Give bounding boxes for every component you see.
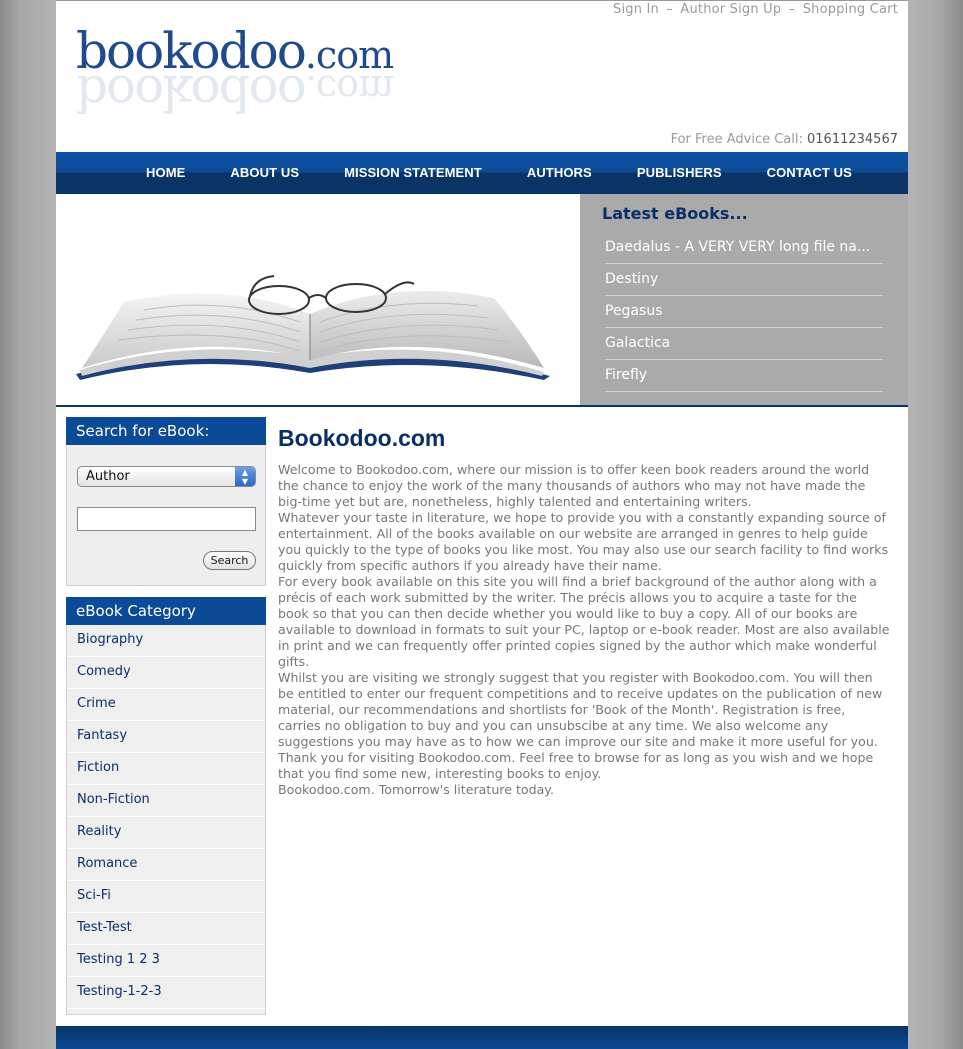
intro-paragraph: Whatever your taste in literature, we ho… [278, 510, 889, 573]
intro-paragraph: Welcome to Bookodoo.com, where our missi… [278, 462, 870, 509]
category-item[interactable]: Biography [67, 625, 265, 657]
sign-in-link[interactable]: Sign In [613, 2, 659, 17]
search-type-select[interactable]: Author ▲ ▼ [77, 466, 256, 487]
link-separator: – [788, 2, 796, 17]
latest-ebooks-panel: Latest eBooks... Daedalus - A VERY VERY … [580, 194, 908, 406]
latest-ebook-item[interactable]: Destiny [605, 264, 883, 296]
intro-paragraph: Whilst you are visiting we strongly sugg… [278, 670, 883, 749]
site-logo[interactable]: bookodoo.com bookodoo.com [76, 23, 436, 133]
category-item[interactable]: Comedy [67, 657, 265, 689]
category-item[interactable]: Non-Fiction [67, 785, 265, 817]
category-item[interactable]: Fiction [67, 753, 265, 785]
category-item[interactable]: Sci-Fi [67, 881, 265, 913]
hero-banner [56, 194, 580, 406]
category-panel: eBook Category Biography Comedy Crime Fa… [66, 597, 266, 1015]
search-panel: Search for eBook: Author ▲ ▼ Search [66, 417, 266, 586]
category-item[interactable]: Fantasy [67, 721, 265, 753]
page: Sign In – Author Sign Up – Shopping Cart… [56, 0, 908, 1049]
advice-number: 01611234567 [807, 132, 898, 147]
latest-ebooks-title: Latest eBooks... [602, 204, 748, 223]
intro-paragraph: For every book available on this site yo… [278, 574, 890, 669]
latest-ebook-item[interactable]: Firefly [605, 360, 883, 392]
category-panel-title: eBook Category [66, 597, 266, 625]
latest-ebook-item[interactable]: Galactica [605, 328, 883, 360]
nav-mission-statement[interactable]: MISSION STATEMENT [344, 165, 482, 180]
search-input[interactable] [77, 507, 256, 531]
category-item[interactable]: Reality [67, 817, 265, 849]
shopping-cart-link[interactable]: Shopping Cart [803, 2, 898, 17]
nav-home[interactable]: HOME [146, 165, 185, 180]
search-type-value: Author [86, 469, 130, 484]
category-item[interactable]: Testing 1 2 3 [67, 945, 265, 977]
page-title: Bookodoo.com [278, 425, 446, 451]
intro-paragraph: Thank you for visiting Bookodoo.com. Fee… [278, 750, 874, 781]
logo-reflection: bookodoo.com [76, 64, 394, 122]
search-button[interactable]: Search [203, 551, 256, 570]
category-item[interactable]: Romance [67, 849, 265, 881]
category-item[interactable]: Testing-1-2-3 [67, 977, 265, 1009]
search-panel-title: Search for eBook: [66, 417, 266, 445]
author-sign-up-link[interactable]: Author Sign Up [680, 2, 781, 17]
top-links: Sign In – Author Sign Up – Shopping Cart [613, 2, 898, 17]
nav-publishers[interactable]: PUBLISHERS [637, 165, 722, 180]
nav-authors[interactable]: AUTHORS [527, 165, 592, 180]
link-separator: – [666, 2, 674, 17]
nav-contact-us[interactable]: CONTACT US [767, 165, 852, 180]
latest-ebook-item[interactable]: Daedalus - A VERY VERY long file na... [605, 232, 883, 264]
advice-label: For Free Advice Call: [670, 132, 803, 147]
latest-ebook-item[interactable]: Pegasus [605, 296, 883, 328]
footer-bar [56, 1026, 908, 1049]
category-item[interactable]: Crime [67, 689, 265, 721]
category-item[interactable]: Test-Test [67, 913, 265, 945]
intro-paragraph: Bookodoo.com. Tomorrow's literature toda… [278, 782, 554, 797]
open-book-image [76, 275, 550, 380]
main-nav: HOME ABOUT US MISSION STATEMENT AUTHORS … [56, 152, 908, 194]
select-arrows-icon: ▲ ▼ [235, 467, 255, 486]
main-content: Bookodoo.com Welcome to Bookodoo.com, wh… [278, 425, 890, 798]
advice-line: For Free Advice Call: 01611234567 [671, 132, 898, 147]
divider [56, 405, 908, 407]
nav-about-us[interactable]: ABOUT US [230, 165, 299, 180]
